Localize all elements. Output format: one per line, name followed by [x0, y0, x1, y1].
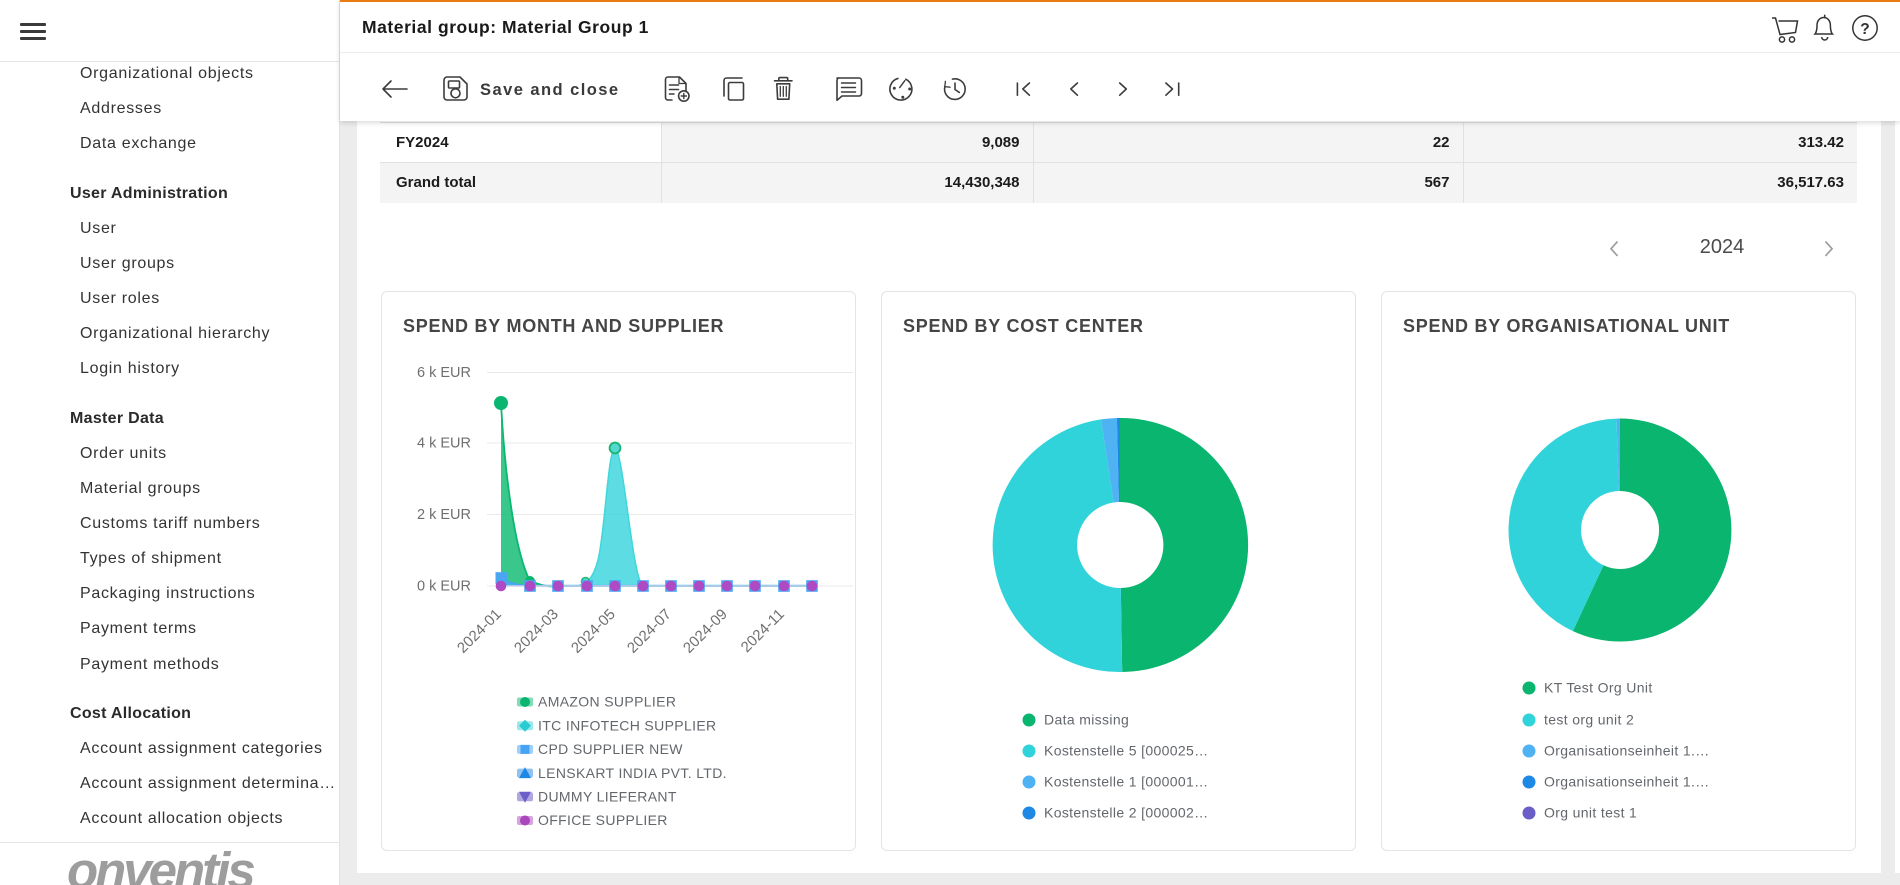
svg-text:Kostenstelle 5 [000025…: Kostenstelle 5 [000025… [1044, 743, 1209, 759]
svg-text:Org unit test 1: Org unit test 1 [1544, 805, 1637, 821]
svg-text:2024-07: 2024-07 [624, 606, 675, 657]
svg-text:AMAZON SUPPLIER: AMAZON SUPPLIER [538, 694, 676, 710]
svg-text:KT Test Org Unit: KT Test Org Unit [1544, 680, 1653, 696]
svg-text:2024-09: 2024-09 [680, 606, 731, 657]
svg-text:Organisationseinheit 1.…: Organisationseinheit 1.… [1544, 743, 1710, 759]
svg-text:OFFICE SUPPLIER: OFFICE SUPPLIER [538, 812, 668, 828]
svg-text:Kostenstelle 1 [000001…: Kostenstelle 1 [000001… [1044, 774, 1209, 790]
svg-text:0 k EUR: 0 k EUR [417, 579, 471, 595]
svg-text:DUMMY LIEFERANT: DUMMY LIEFERANT [538, 789, 677, 805]
svg-text:ITC INFOTECH SUPPLIER: ITC INFOTECH SUPPLIER [538, 717, 716, 733]
svg-text:LENSKART INDIA PVT. LTD.: LENSKART INDIA PVT. LTD. [538, 765, 727, 781]
svg-text:2024-11: 2024-11 [738, 606, 788, 656]
svg-text:?: ? [1860, 21, 1869, 38]
svg-text:Organisationseinheit 1.…: Organisationseinheit 1.… [1544, 774, 1710, 790]
svg-text:2024-01: 2024-01 [454, 606, 505, 657]
svg-text:2024-05: 2024-05 [568, 606, 619, 657]
svg-text:Data missing: Data missing [1044, 712, 1129, 728]
svg-text:6 k EUR: 6 k EUR [417, 365, 471, 381]
svg-text:Kostenstelle 2 [000002…: Kostenstelle 2 [000002… [1044, 805, 1209, 821]
svg-text:CPD SUPPLIER NEW: CPD SUPPLIER NEW [538, 741, 683, 757]
svg-text:Save and close: Save and close [480, 81, 620, 99]
svg-text:test org unit 2: test org unit 2 [1544, 712, 1634, 728]
svg-text:2024-03: 2024-03 [511, 606, 562, 657]
svg-text:4 k EUR: 4 k EUR [417, 436, 471, 452]
svg-text:2 k EUR: 2 k EUR [417, 507, 471, 523]
